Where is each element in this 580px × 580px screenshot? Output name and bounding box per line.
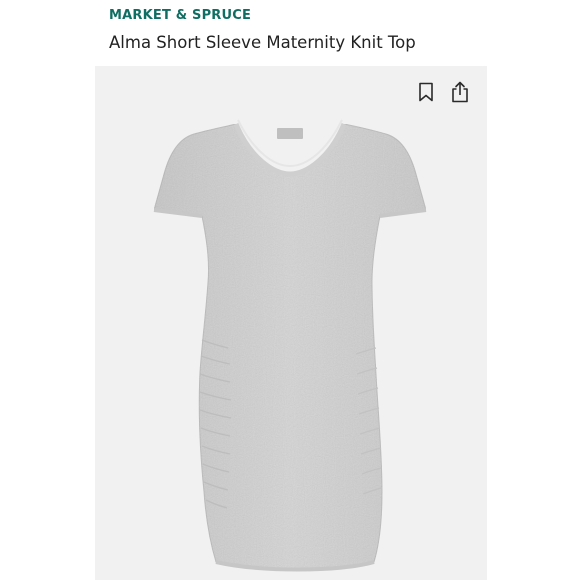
product-title: Alma Short Sleeve Maternity Knit Top <box>109 33 416 52</box>
bookmark-button[interactable] <box>414 80 438 104</box>
share-button[interactable] <box>448 80 472 104</box>
share-icon <box>452 81 468 103</box>
page: MARKET & SPRUCE Alma Short Sleeve Matern… <box>0 0 580 580</box>
brand-name[interactable]: MARKET & SPRUCE <box>109 8 251 23</box>
bookmark-icon <box>419 82 433 102</box>
product-card: MARKET & SPRUCE Alma Short Sleeve Matern… <box>95 0 487 580</box>
neck-label <box>277 128 303 139</box>
product-image <box>153 119 427 572</box>
product-header: MARKET & SPRUCE Alma Short Sleeve Matern… <box>95 0 487 66</box>
